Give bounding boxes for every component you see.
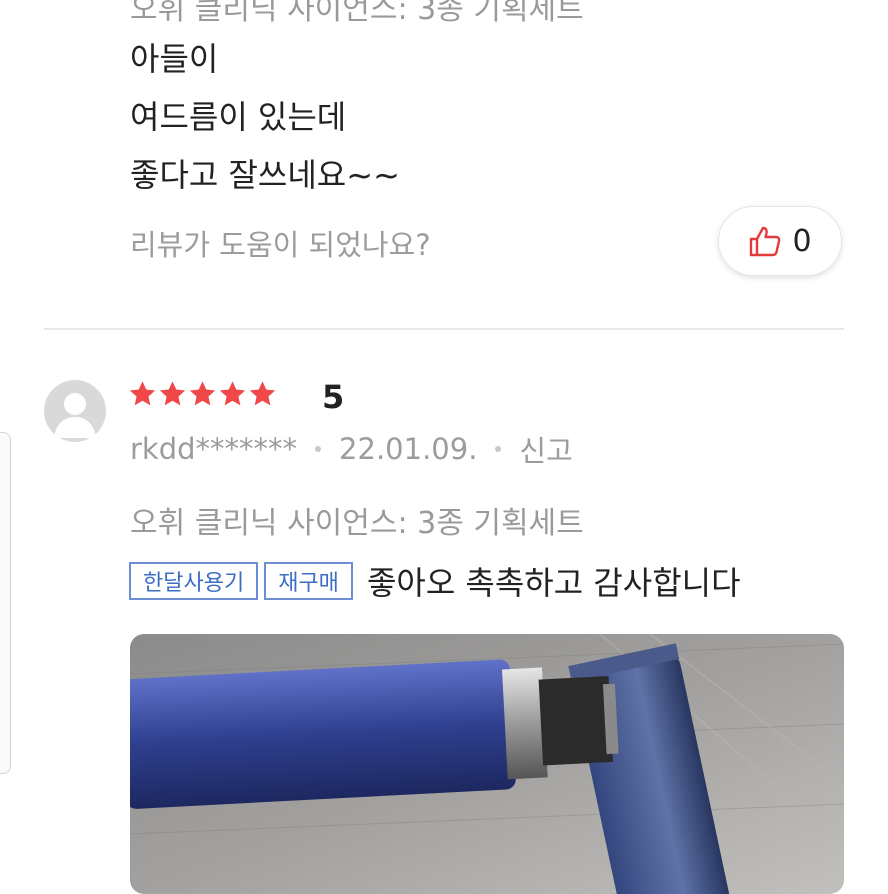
author-name: rkdd******* [130,432,298,466]
helpful-question: 리뷰가 도움이 되었나요? [130,228,431,262]
report-link[interactable]: 신고 [519,428,572,470]
star-icon [249,381,276,406]
like-count: 0 [792,223,812,259]
review-option: 오휘 클리닉 사이언스: 3종 기획세트 [130,506,584,541]
review-line: 여드름이 있는데 [130,98,347,136]
star-icon [219,381,246,406]
review-photo[interactable] [130,634,844,894]
tag-repurchase: 재구매 [264,562,353,600]
review-divider [44,328,844,330]
star-icon [129,381,156,406]
review-meta: rkdd******* 22.01.09. 신고 [130,428,573,470]
separator-dot [315,446,322,452]
separator-dot [495,446,502,452]
review-date: 22.01.09. [339,432,478,466]
review-line: 좋다고 잘쓰네요~~ [130,156,400,194]
previous-review-text: 아들이 여드름이 있는데 좋다고 잘쓰네요~~ [130,30,400,204]
avatar [44,380,106,442]
rating-value: 5 [322,378,345,416]
star-icon [159,381,186,406]
review-text: 좋아오 촉촉하고 감사합니다 [366,564,741,602]
review-line: 아들이 [130,40,219,78]
tag-one-month: 한달사용기 [129,562,259,600]
star-rating [128,378,277,410]
tag-row: 한달사용기 재구매 좋아오 촉촉하고 감사합니다 [129,558,741,604]
star-icon [189,381,216,406]
like-button[interactable]: 0 [718,206,842,276]
side-scroll-handle[interactable] [0,432,11,774]
thumbs-up-icon [748,225,782,257]
previous-review-option: 오휘 클리닉 사이언스: 3종 기획세트 [130,0,584,27]
